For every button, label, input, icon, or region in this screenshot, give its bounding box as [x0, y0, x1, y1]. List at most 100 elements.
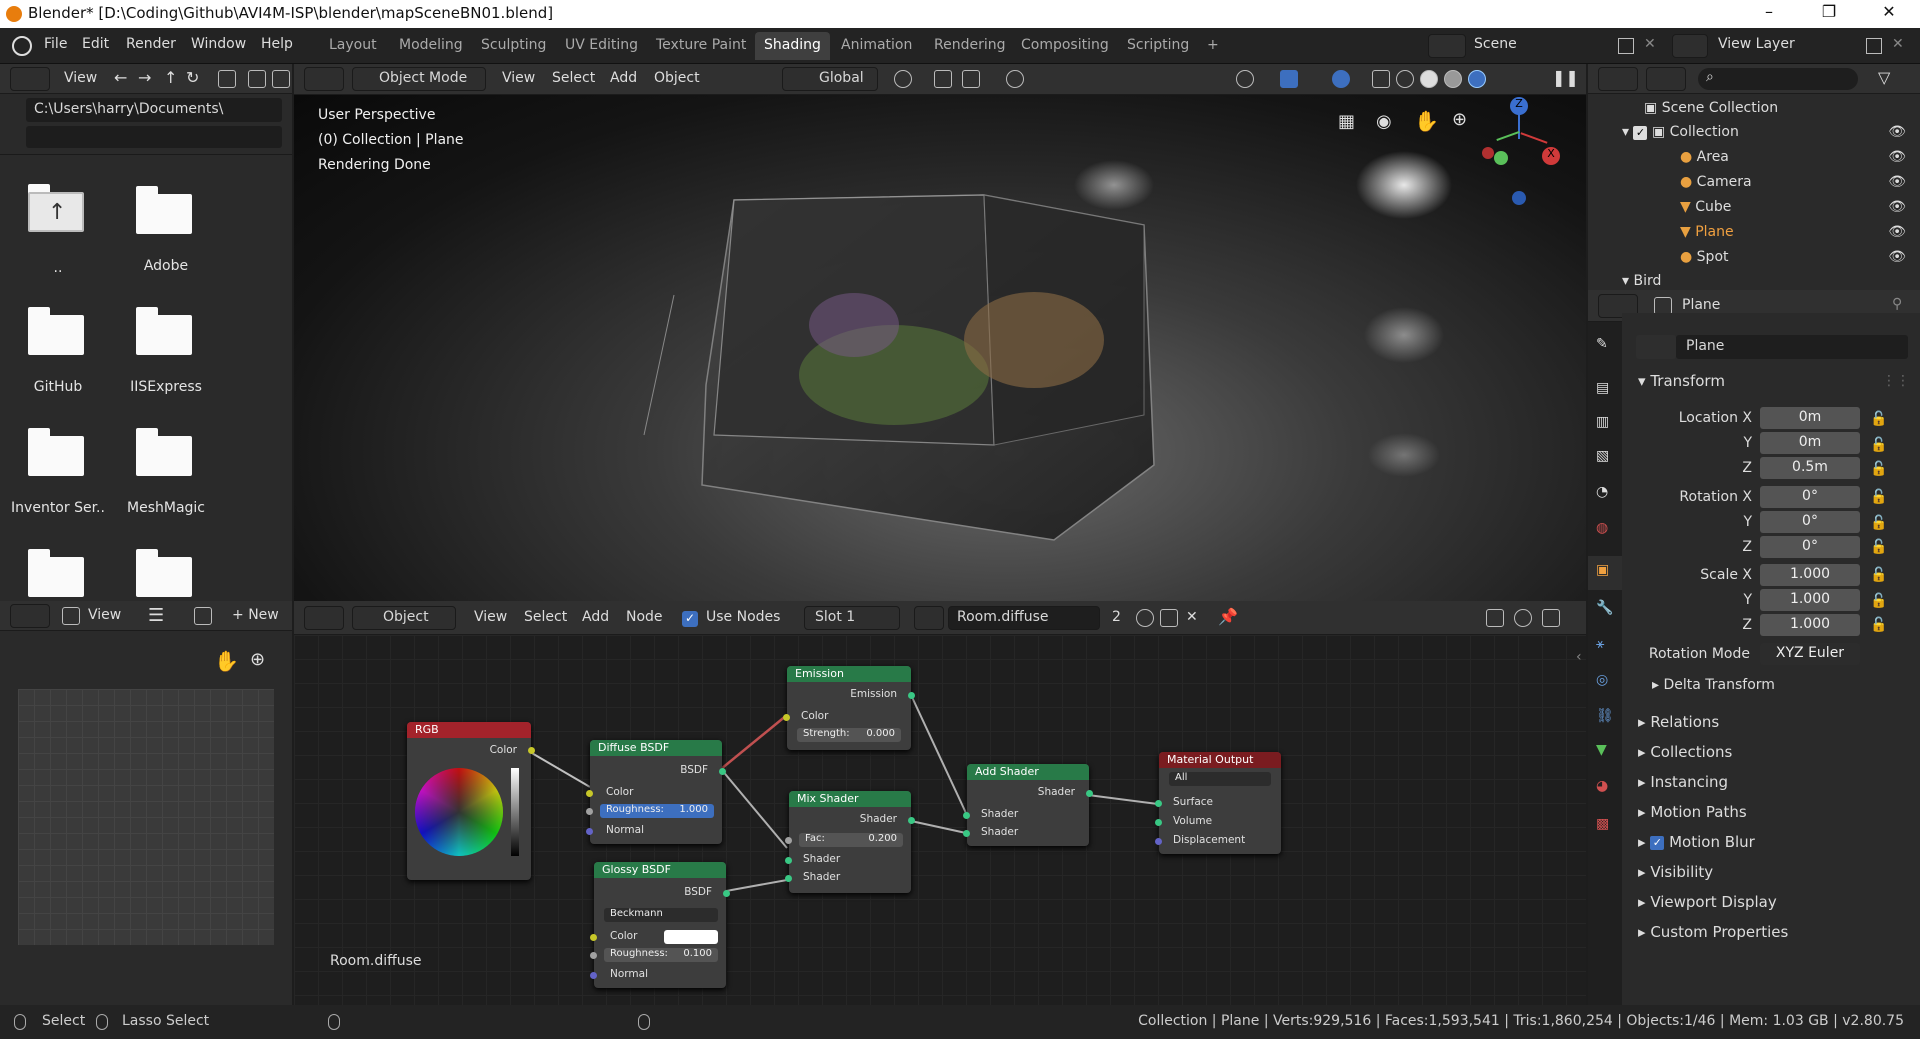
scale-x-field[interactable]: 1.000 — [1760, 564, 1860, 586]
folder-icon[interactable] — [136, 186, 192, 234]
outliner-collection-bird[interactable]: ▾ Bird — [1622, 273, 1920, 290]
gizmo-neg-x-axis[interactable] — [1482, 147, 1494, 159]
lock-rotation-x-icon[interactable]: 🔓 — [1870, 489, 1887, 505]
emission-strength-field[interactable]: Strength: 0.000 — [797, 728, 901, 742]
outliner-item-spot[interactable]: ● Spot 👁 — [1680, 249, 1920, 274]
slot-dropdown[interactable]: Slot 1 — [804, 606, 900, 630]
drag-handle-icon[interactable]: ⋮⋮ — [1882, 373, 1910, 389]
output-surface-socket[interactable] — [1155, 800, 1162, 807]
diffuse-normal-socket[interactable] — [586, 828, 593, 835]
visibility-section[interactable]: ▸ Visibility — [1638, 863, 1713, 881]
maximize-button[interactable]: ❐ — [1806, 2, 1852, 21]
tab-animation[interactable]: Animation — [832, 32, 921, 60]
folder-icon[interactable] — [136, 549, 192, 597]
pause-render-icon[interactable]: ❚❚ — [1552, 68, 1579, 87]
outliner-scene-collection[interactable]: ▣ Scene Collection — [1644, 100, 1778, 125]
new-view-layer-icon[interactable] — [1866, 38, 1882, 54]
parent-dir-icon[interactable]: ↑ — [164, 68, 177, 87]
file-view-menu[interactable]: View — [64, 70, 97, 86]
diffuse-color-socket[interactable] — [586, 790, 593, 797]
lock-rotation-y-icon[interactable]: 🔓 — [1870, 515, 1887, 531]
new-scene-icon[interactable] — [1618, 38, 1634, 54]
emission-output-socket[interactable] — [908, 692, 915, 699]
lock-scale-y-icon[interactable]: 🔓 — [1870, 593, 1887, 609]
back-arrow-icon[interactable]: ← — [114, 68, 127, 87]
gizmo-neg-z-axis[interactable] — [1512, 191, 1526, 205]
rotation-z-field[interactable]: 0° — [1760, 536, 1860, 558]
refresh-icon[interactable]: ↻ — [186, 68, 199, 87]
3d-viewport[interactable]: User Perspective (0) Collection | Plane … — [294, 95, 1586, 605]
distribution-dropdown[interactable]: Beckmann — [604, 908, 718, 922]
editor-type-icon[interactable] — [1598, 67, 1638, 91]
gizmo-z-axis[interactable]: Z — [1510, 97, 1528, 115]
snap-element-icon[interactable] — [1542, 609, 1560, 627]
glossy-bsdf-node[interactable]: Glossy BSDF BSDF Beckmann Color Roughnes… — [590, 862, 730, 988]
wireframe-shading-icon[interactable] — [1396, 70, 1414, 88]
thumbnail-view-icon[interactable] — [248, 70, 266, 88]
glossy-roughness-socket[interactable] — [590, 952, 597, 959]
node-menu-add[interactable]: Add — [582, 609, 609, 625]
viewport-menu-view[interactable]: View — [502, 70, 535, 86]
close-button[interactable]: ✕ — [1866, 2, 1912, 21]
diffuse-output-socket[interactable] — [719, 768, 726, 775]
mix-fac-field[interactable]: Fac: 0.200 — [799, 833, 903, 847]
viewport-display-section[interactable]: ▸ Viewport Display — [1638, 893, 1777, 911]
tab-particles-icon[interactable]: ⚹ — [1596, 636, 1604, 652]
view-mode-icon[interactable] — [62, 607, 80, 625]
display-mode-icon[interactable] — [1646, 67, 1686, 91]
add-workspace-button[interactable]: + — [1198, 32, 1228, 60]
image-view-menu[interactable]: View — [88, 607, 121, 623]
fake-user-shield-icon[interactable] — [1136, 609, 1154, 627]
image-browse-icon[interactable] — [194, 607, 212, 625]
pan-hand-icon[interactable]: ✋ — [214, 649, 239, 673]
menu-render[interactable]: Render — [126, 36, 176, 52]
scene-name[interactable]: Scene — [1474, 36, 1517, 52]
delta-transform-section[interactable]: ▸ Delta Transform — [1652, 677, 1775, 693]
mix-shader-node[interactable]: Mix Shader Shader Fac: 0.200 Shader Shad… — [785, 791, 915, 893]
editor-type-icon[interactable] — [304, 67, 344, 91]
zoom-icon[interactable]: ⊕ — [1452, 109, 1467, 130]
outliner-item-camera[interactable]: ● Camera 👁 — [1680, 174, 1920, 199]
node-menu-select[interactable]: Select — [524, 609, 567, 625]
tab-object-active[interactable]: ▣ — [1588, 556, 1622, 590]
viewport-menu-add[interactable]: Add — [610, 70, 637, 86]
value-slider[interactable] — [511, 768, 519, 856]
new-folder-icon[interactable] — [218, 70, 236, 88]
path-field[interactable]: C:\Users\harry\Documents\ — [26, 98, 282, 122]
view-layer-name[interactable]: View Layer — [1718, 36, 1795, 52]
zoom-icon[interactable]: ⊕ — [250, 649, 265, 670]
new-image-button[interactable]: + New — [232, 607, 279, 623]
use-nodes-checkbox[interactable]: ✓ — [682, 611, 698, 627]
gizmo-x-axis[interactable]: X — [1542, 147, 1560, 165]
gizmo-toggle-icon[interactable] — [1280, 70, 1298, 88]
add-shader1-socket[interactable] — [963, 812, 970, 819]
glossy-roughness-field[interactable]: Roughness: 0.100 — [604, 948, 718, 962]
proportional-edit-icon[interactable] — [1006, 70, 1024, 88]
emission-node[interactable]: Emission Emission Color Strength: 0.000 — [783, 666, 915, 750]
glossy-color-swatch[interactable] — [664, 930, 718, 944]
color-wheel[interactable] — [415, 768, 503, 856]
parent-folder-icon[interactable]: ↑ — [28, 184, 84, 232]
output-displacement-socket[interactable] — [1155, 838, 1162, 845]
tab-data-icon[interactable]: ▼ — [1596, 742, 1607, 758]
snap-target-icon[interactable] — [962, 70, 980, 88]
folder-icon[interactable] — [28, 428, 84, 476]
camera-view-icon[interactable]: ◉ — [1376, 111, 1392, 132]
tab-material-icon[interactable]: ◕ — [1596, 778, 1608, 794]
tab-rendering[interactable]: Rendering — [925, 32, 1015, 60]
unlink-material-icon[interactable]: ✕ — [1186, 609, 1198, 625]
tab-layout[interactable]: Layout — [320, 32, 386, 60]
folder-icon[interactable] — [136, 428, 192, 476]
lock-rotation-z-icon[interactable]: 🔓 — [1870, 539, 1887, 555]
filter-icon[interactable]: ▽ — [1878, 68, 1890, 87]
hamburger-menu-icon[interactable]: ☰ — [148, 605, 164, 626]
filename-field[interactable] — [26, 126, 282, 148]
navigation-gizmo[interactable]: Z X — [1480, 95, 1570, 205]
tab-texture-icon[interactable]: ▩ — [1596, 816, 1609, 832]
outliner-search-input[interactable]: ⌕ — [1698, 68, 1858, 90]
tab-constraints-icon[interactable]: ⛓ — [1596, 708, 1614, 724]
object-browse-icon[interactable] — [1636, 335, 1676, 359]
instancing-section[interactable]: ▸ Instancing — [1638, 773, 1728, 791]
blender-menu-icon[interactable] — [12, 36, 32, 56]
mix-shader1-socket[interactable] — [785, 857, 792, 864]
